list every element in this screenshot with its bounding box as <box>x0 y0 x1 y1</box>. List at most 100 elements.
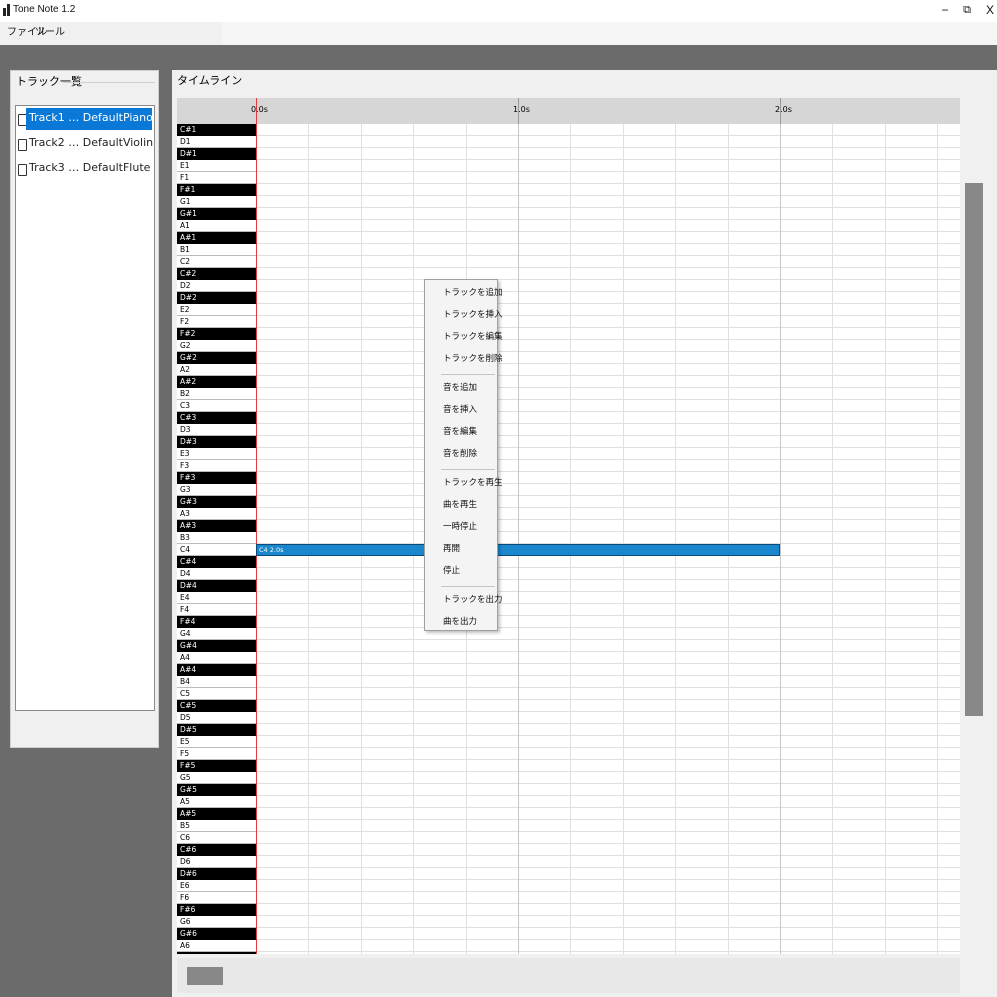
piano-key: G6 <box>177 916 256 928</box>
piano-key: E3 <box>177 448 256 460</box>
piano-roll[interactable]: 0.0s 1.0s 2.0s C#1 D1 D#1 E1 F1 F#1 G1 G#1 A1 A#1 B1… <box>177 98 960 954</box>
ruler-label: 1.0s <box>513 105 530 114</box>
note-grid[interactable] <box>256 124 960 954</box>
piano-key: B5 <box>177 820 256 832</box>
context-menu-item[interactable]: トラックを削除 <box>425 349 503 369</box>
track-item[interactable]: Track2 … DefaultViolin <box>16 131 154 155</box>
piano-key: G3 <box>177 484 256 496</box>
piano-key: E6 <box>177 880 256 892</box>
app-logo-icon <box>3 4 11 16</box>
ruler-label: 2.0s <box>775 105 792 114</box>
piano-key: D1 <box>177 136 256 148</box>
piano-key: C#2 <box>177 268 256 280</box>
piano-key: C#5 <box>177 700 256 712</box>
piano-key: D#1 <box>177 148 256 160</box>
context-menu-item[interactable]: 停止 <box>425 561 497 581</box>
context-menu: トラックを追加 トラックを挿入 トラックを編集 トラックを削除 音を追加 音を挿入 音を編集… <box>424 279 503 632</box>
grid-column-line <box>885 124 886 954</box>
piano-key: F3 <box>177 460 256 472</box>
vertical-scrollbar[interactable] <box>960 98 988 954</box>
piano-key: A6 <box>177 940 256 952</box>
context-menu-item[interactable]: 曲を出力 <box>425 612 497 632</box>
grid-column-line <box>361 124 362 954</box>
piano-key: G#6 <box>177 928 256 940</box>
context-menu-item[interactable]: 曲を再生 <box>425 495 497 515</box>
grid-column-line <box>308 124 309 954</box>
piano-key: G#3 <box>177 496 256 508</box>
context-menu-item[interactable]: 再開 <box>425 539 497 559</box>
context-menu-item[interactable]: 音を挿入 <box>425 400 497 420</box>
track-item[interactable]: Track1 … DefaultPiano <box>16 106 154 130</box>
piano-key: A4 <box>177 652 256 664</box>
piano-key: C6 <box>177 832 256 844</box>
context-menu-item[interactable]: トラックを出力 <box>425 590 503 610</box>
context-menu-item[interactable]: 音を削除 <box>425 444 497 464</box>
grid-column-line <box>780 124 781 954</box>
grid-column-line <box>623 124 624 954</box>
context-menu-item[interactable]: 一時停止 <box>425 517 497 537</box>
piano-key: G4 <box>177 628 256 640</box>
window-title: Tone Note 1.2 <box>13 4 76 15</box>
piano-key: A2 <box>177 364 256 376</box>
track-list[interactable]: Track1 … DefaultPiano Track2 … DefaultVi… <box>15 105 155 711</box>
context-menu-separator <box>441 586 495 587</box>
piano-key: F#6 <box>177 904 256 916</box>
piano-keys: C#1 D1 D#1 E1 F1 F#1 G1 G#1 A1 A#1 B1 C2 C#2 D2 D#2 E2 F… <box>177 124 256 954</box>
grid-column-line <box>728 124 729 954</box>
piano-key: G1 <box>177 196 256 208</box>
maximize-button[interactable]: ⧉ <box>956 2 978 18</box>
piano-key: F#4 <box>177 616 256 628</box>
piano-key: F4 <box>177 604 256 616</box>
piano-key: F5 <box>177 748 256 760</box>
piano-key: A#5 <box>177 808 256 820</box>
context-menu-item[interactable]: トラックを編集 <box>425 327 503 347</box>
piano-key: D#4 <box>177 580 256 592</box>
grid-column-line <box>832 124 833 954</box>
grid-column-line <box>675 124 676 954</box>
piano-key: A#2 <box>177 376 256 388</box>
timeline-panel: タイムライン 0.0s 1.0s 2.0s C#1 D1 D#1 E1 F1 F#1 G1 G#1… <box>172 70 997 997</box>
piano-key: B2 <box>177 388 256 400</box>
track-panel: トラック一覧 Track1 … DefaultPiano Track2 … De… <box>10 70 159 748</box>
piano-key: D5 <box>177 712 256 724</box>
piano-key: D#2 <box>177 292 256 304</box>
context-menu-item[interactable]: 音を編集 <box>425 422 497 442</box>
vertical-scroll-thumb[interactable] <box>965 183 983 716</box>
piano-key: D3 <box>177 424 256 436</box>
piano-key: A5 <box>177 796 256 808</box>
context-menu-item[interactable]: トラックを追加 <box>425 283 503 303</box>
piano-key: E1 <box>177 160 256 172</box>
piano-key: F6 <box>177 892 256 904</box>
context-menu-item[interactable]: トラックを挿入 <box>425 305 503 325</box>
track-label: Track2 … DefaultViolin <box>29 136 154 149</box>
piano-key: A#4 <box>177 664 256 676</box>
piano-key: F#1 <box>177 184 256 196</box>
piano-key: G#2 <box>177 352 256 364</box>
piano-key: F#5 <box>177 760 256 772</box>
menu-tools[interactable]: ツール <box>35 27 65 39</box>
track-item[interactable]: Track3 … DefaultFlute <box>16 156 154 180</box>
piano-key: C5 <box>177 688 256 700</box>
piano-key: A#3 <box>177 520 256 532</box>
horizontal-scrollbar[interactable] <box>177 958 960 993</box>
horizontal-scroll-thumb[interactable] <box>187 967 223 985</box>
piano-key: E2 <box>177 304 256 316</box>
piano-key: C3 <box>177 400 256 412</box>
piano-key: C#4 <box>177 556 256 568</box>
grid-column-line <box>518 124 519 954</box>
track-label: Track1 … DefaultPiano <box>26 108 153 130</box>
piano-key: D2 <box>177 280 256 292</box>
context-menu-separator <box>441 374 495 375</box>
minimize-button[interactable]: − <box>934 2 956 18</box>
context-menu-item[interactable]: トラックを再生 <box>425 473 503 493</box>
piano-key: B4 <box>177 676 256 688</box>
note-bar[interactable]: C4 2.0s <box>256 544 780 556</box>
ruler-label: 0.0s <box>251 105 268 114</box>
piano-key: A1 <box>177 220 256 232</box>
context-menu-item[interactable]: 音を追加 <box>425 378 497 398</box>
time-ruler[interactable]: 0.0s 1.0s 2.0s <box>177 98 960 124</box>
piano-key: E5 <box>177 736 256 748</box>
playhead[interactable] <box>256 98 257 954</box>
close-button[interactable]: X <box>979 2 997 18</box>
track-label: Track3 … DefaultFlute <box>29 161 151 174</box>
